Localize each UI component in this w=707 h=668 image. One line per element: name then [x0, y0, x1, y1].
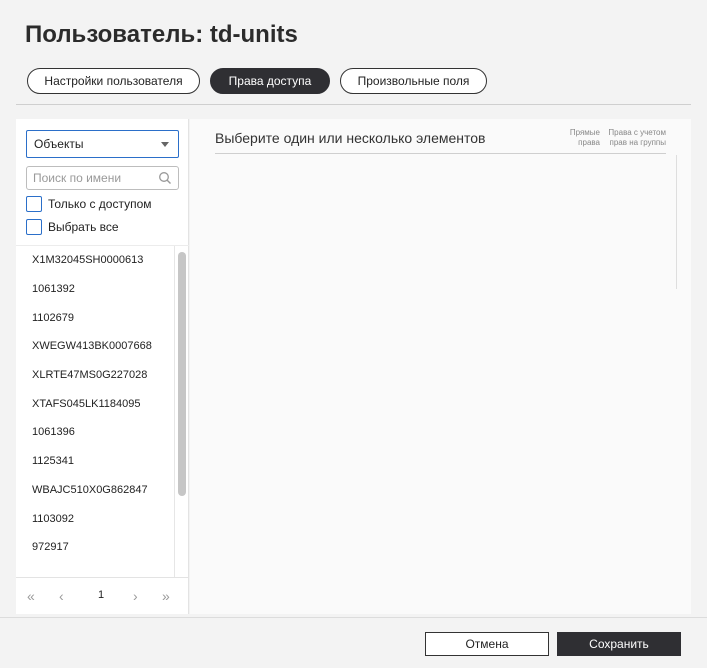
tab-bar: Настройки пользователя Права доступа Про… — [27, 68, 497, 94]
list-scrollbar[interactable] — [178, 252, 186, 496]
save-button[interactable]: Сохранить — [557, 632, 681, 656]
prev-page-icon[interactable]: ‹ — [59, 588, 64, 604]
only-with-access-label: Только с доступом — [48, 197, 152, 211]
group-rights-header: Права с учетом прав на группы — [608, 128, 666, 147]
list-item[interactable]: X1M32045SH0000613 — [16, 246, 189, 275]
list-item[interactable]: 1125341 — [16, 447, 189, 476]
first-page-icon[interactable]: « — [27, 588, 35, 604]
list-item[interactable]: 1103092 — [16, 504, 189, 533]
pagination: « ‹ 1 › » — [16, 577, 189, 614]
select-all-label: Выбрать все — [48, 220, 119, 234]
checkbox-box[interactable] — [26, 196, 42, 212]
rights-panel: Выберите один или несколько элементов Пр… — [190, 119, 691, 614]
chevron-down-icon — [161, 142, 169, 147]
tab-user-settings[interactable]: Настройки пользователя — [27, 68, 200, 94]
cancel-button[interactable]: Отмена — [425, 632, 549, 656]
checkbox-box[interactable] — [26, 219, 42, 235]
select-all-checkbox[interactable]: Выбрать все — [26, 219, 119, 235]
search-icon[interactable] — [158, 171, 172, 190]
next-page-icon[interactable]: › — [133, 588, 138, 604]
search-input[interactable] — [27, 167, 152, 189]
objects-panel: Объекты Только с доступом Выбрать все X1… — [16, 119, 189, 614]
list-item[interactable]: XWEGW413BK0007668 — [16, 332, 189, 361]
object-type-value: Объекты — [34, 137, 84, 151]
list-divider — [174, 246, 175, 577]
list-item[interactable]: XLRTE47MS0G227028 — [16, 361, 189, 390]
search-box — [26, 166, 179, 190]
current-page: 1 — [98, 589, 105, 601]
tab-custom-fields[interactable]: Произвольные поля — [340, 68, 487, 94]
list-item[interactable]: 972917 — [16, 533, 189, 562]
user-dialog: Пользователь: td-units Настройки пользов… — [0, 0, 707, 668]
rights-panel-title: Выберите один или несколько элементов — [215, 130, 486, 146]
page-title: Пользователь: td-units — [25, 21, 298, 48]
list-item[interactable]: 1061392 — [16, 275, 189, 304]
object-list: X1M32045SH0000613 1061392 1102679 XWEGW4… — [16, 245, 189, 577]
list-item[interactable]: 1102679 — [16, 303, 189, 332]
direct-rights-header: Прямые права — [569, 128, 600, 147]
object-type-select[interactable]: Объекты — [26, 130, 179, 158]
last-page-icon[interactable]: » — [162, 588, 170, 604]
list-item[interactable]: XTAFS045LK1184095 — [16, 389, 189, 418]
dialog-footer: Отмена Сохранить — [0, 617, 707, 668]
header-divider — [16, 104, 691, 105]
only-with-access-checkbox[interactable]: Только с доступом — [26, 196, 152, 212]
list-item[interactable]: WBAJC510X0G862847 — [16, 476, 189, 505]
tab-access-rights[interactable]: Права доступа — [210, 68, 330, 94]
rights-scroll-track — [676, 155, 677, 289]
rights-header-divider — [215, 153, 666, 154]
list-item[interactable]: 1061396 — [16, 418, 189, 447]
